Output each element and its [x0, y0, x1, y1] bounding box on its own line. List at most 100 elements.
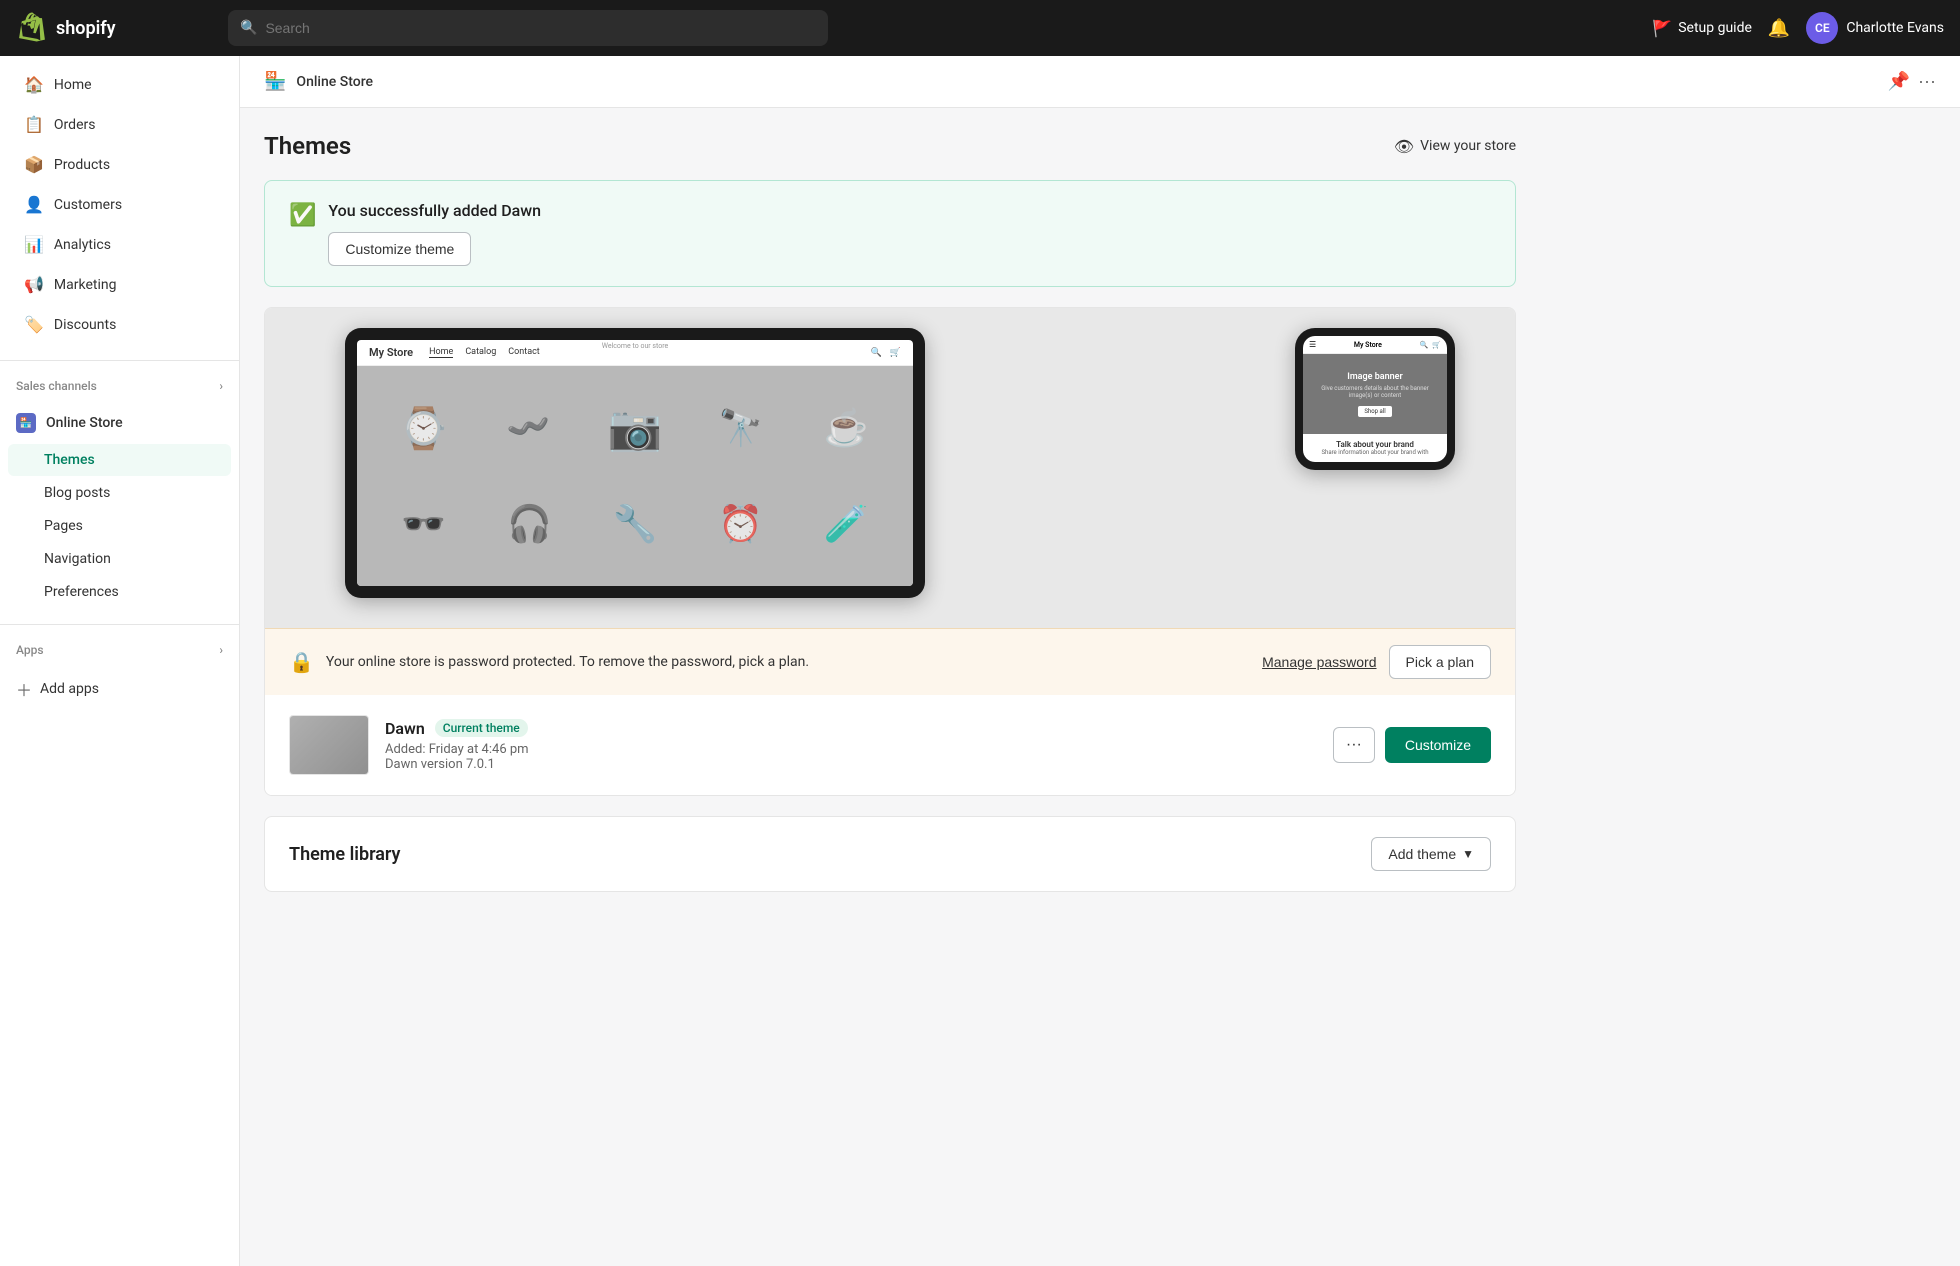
sidebar-item-products[interactable]: 📦 Products: [8, 145, 231, 184]
sidebar-subitem-themes[interactable]: Themes: [8, 444, 231, 476]
library-title: Theme library: [289, 844, 400, 865]
view-store-button[interactable]: 👁 View your store: [1394, 137, 1516, 156]
nav-right: 🚩 Setup guide 🔔 CE Charlotte Evans: [1652, 12, 1944, 44]
customers-icon: 👤: [24, 195, 44, 214]
notifications-button[interactable]: 🔔: [1768, 18, 1790, 39]
tablet-nav-brand: My Store: [369, 346, 413, 359]
pin-button[interactable]: 📌: [1888, 71, 1910, 92]
success-text: You successfully added Dawn: [328, 201, 1491, 220]
phone-image-banner: Image banner Give customers details abou…: [1303, 354, 1447, 434]
user-name: Charlotte Evans: [1846, 20, 1944, 36]
theme-preview-card: Welcome to our store My Store Home Catal…: [264, 307, 1516, 796]
sidebar-item-home[interactable]: 🏠 Home: [8, 65, 231, 104]
theme-library-section: Theme library Add theme ▼: [264, 816, 1516, 892]
customize-button[interactable]: Customize: [1385, 727, 1491, 763]
theme-name: Dawn: [385, 719, 425, 738]
theme-more-button[interactable]: ···: [1333, 727, 1375, 763]
tablet-nav-links: Home Catalog Contact: [429, 347, 540, 358]
user-avatar-area[interactable]: CE Charlotte Evans: [1806, 12, 1944, 44]
manage-password-label: Manage password: [1262, 654, 1376, 670]
sketch-watch: ⌚: [399, 405, 449, 452]
products-icon: 📦: [24, 155, 44, 174]
phone-top-icons: 🔍 🛒: [1420, 341, 1441, 349]
search-bar[interactable]: 🔍: [228, 10, 828, 46]
avatar: CE: [1806, 12, 1838, 44]
sketch-belt: 〰️: [502, 402, 556, 454]
sidebar-subitem-blog-posts[interactable]: Blog posts: [8, 477, 231, 509]
sidebar-item-customers[interactable]: 👤 Customers: [8, 185, 231, 224]
preview-images: Welcome to our store My Store Home Catal…: [265, 308, 1515, 628]
online-store-page-icon: 🏪: [264, 71, 286, 92]
content-area: Themes 👁 View your store ✅ You successfu…: [240, 108, 1540, 916]
sidebar-item-discounts[interactable]: 🏷️ Discounts: [8, 305, 231, 344]
tablet-nav-contact: Contact: [508, 347, 539, 358]
theme-thumbnail: [289, 715, 369, 775]
page-header-bar: 🏪 Online Store 📌 ···: [240, 56, 1960, 108]
content-header: Themes 👁 View your store: [264, 132, 1516, 160]
library-header: Theme library Add theme ▼: [289, 837, 1491, 871]
phone-top-bar: ☰ My Store 🔍 🛒: [1303, 336, 1447, 354]
theme-details: Dawn Current theme Added: Friday at 4:46…: [385, 719, 1317, 772]
online-store-icon: 🏪: [16, 413, 36, 433]
logo-text: shopify: [56, 18, 116, 39]
preferences-label: Preferences: [44, 584, 119, 600]
sidebar-item-label: Orders: [54, 117, 96, 133]
phone-screen: ☰ My Store 🔍 🛒 Image banner: [1303, 336, 1447, 462]
theme-added: Added: Friday at 4:46 pm: [385, 742, 1317, 757]
sales-channels-header[interactable]: Sales channels ›: [0, 369, 239, 403]
theme-name-row: Dawn Current theme: [385, 719, 1317, 738]
blog-posts-label: Blog posts: [44, 485, 110, 501]
pick-plan-label: Pick a plan: [1406, 654, 1474, 670]
theme-info-row: Dawn Current theme Added: Friday at 4:46…: [265, 695, 1515, 795]
theme-actions: ··· Customize: [1333, 727, 1491, 763]
search-icon: 🔍: [240, 20, 257, 36]
add-theme-button[interactable]: Add theme ▼: [1371, 837, 1491, 871]
sketch-coffee: ☕: [824, 407, 869, 449]
tablet-cart-icon: 🛒: [890, 348, 901, 358]
sidebar-item-analytics[interactable]: 📊 Analytics: [8, 225, 231, 264]
current-theme-badge: Current theme: [435, 719, 528, 737]
tablet-mockup: Welcome to our store My Store Home Catal…: [345, 328, 925, 598]
sidebar-subitem-navigation[interactable]: Navigation: [8, 543, 231, 575]
lock-icon: 🔒: [289, 650, 314, 674]
sidebar-item-marketing[interactable]: 📢 Marketing: [8, 265, 231, 304]
sketch-flask: 🧪: [824, 503, 869, 545]
phone-menu-icon: ☰: [1309, 340, 1316, 349]
sidebar-item-online-store[interactable]: 🏪 Online Store: [0, 403, 239, 443]
phone-shop-button: Shop all: [1358, 406, 1391, 417]
page-title: Themes: [264, 132, 351, 160]
sketch-binoculars: 🔭: [718, 407, 763, 449]
tablet-nav-icons: 🔍 🛒: [871, 348, 901, 358]
phone-brand: My Store: [1354, 341, 1382, 349]
customize-theme-button[interactable]: Customize theme: [328, 232, 471, 266]
apps-header[interactable]: Apps ›: [0, 633, 239, 667]
password-text: Your online store is password protected.…: [326, 654, 1250, 670]
add-apps-button[interactable]: ＋ Add apps: [0, 667, 239, 711]
sales-channels-label: Sales channels: [16, 379, 97, 393]
pick-plan-button[interactable]: Pick a plan: [1389, 645, 1491, 679]
shopify-logo-icon: [16, 12, 48, 44]
phone-section-text: Share information about your brand with: [1309, 449, 1441, 456]
more-options-button[interactable]: ···: [1918, 71, 1936, 92]
add-apps-label: Add apps: [40, 681, 99, 697]
sidebar-subitem-pages[interactable]: Pages: [8, 510, 231, 542]
setup-guide-button[interactable]: 🚩 Setup guide: [1652, 19, 1752, 38]
phone-banner-sub: Give customers details about the banner …: [1309, 385, 1441, 399]
tablet-nav: Welcome to our store My Store Home Catal…: [357, 340, 913, 366]
apps-chevron: ›: [219, 643, 223, 657]
tablet-nav-catalog: Catalog: [465, 347, 496, 358]
search-input[interactable]: [265, 20, 816, 36]
sidebar: 🏠 Home 📋 Orders 📦 Products 👤 Customers 📊…: [0, 56, 240, 1266]
setup-guide-label: Setup guide: [1678, 20, 1752, 36]
manage-password-button[interactable]: Manage password: [1262, 654, 1376, 670]
tablet-search-icon: 🔍: [871, 348, 882, 358]
add-theme-label: Add theme: [1388, 846, 1456, 862]
tablet-screen: Welcome to our store My Store Home Catal…: [357, 340, 913, 586]
tablet-nav-home: Home: [429, 347, 453, 358]
sidebar-subitem-preferences[interactable]: Preferences: [8, 576, 231, 608]
sidebar-item-label: Discounts: [54, 317, 116, 333]
sidebar-item-orders[interactable]: 📋 Orders: [8, 105, 231, 144]
tablet-content: ⌚ 〰️ 📷 🔭 ☕: [357, 366, 913, 586]
top-nav: shopify 🔍 🚩 Setup guide 🔔 CE Charlotte E…: [0, 0, 1960, 56]
main-content: 🏪 Online Store 📌 ··· Themes 👁 View your …: [240, 56, 1960, 1266]
